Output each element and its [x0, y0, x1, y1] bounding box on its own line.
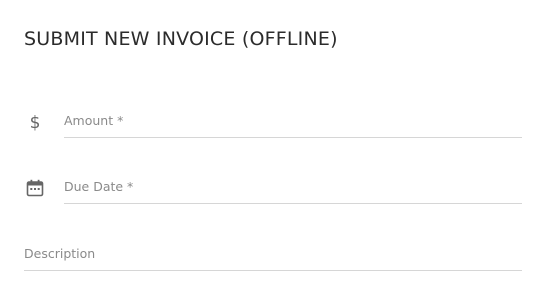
- due-date-input[interactable]: [64, 170, 522, 203]
- due-date-field[interactable]: [64, 170, 522, 204]
- svg-text:$: $: [30, 113, 41, 132]
- invoice-form: SUBMIT NEW INVOICE (OFFLINE) $: [0, 0, 546, 285]
- amount-field[interactable]: [64, 104, 522, 138]
- description-field[interactable]: [24, 237, 522, 271]
- amount-input[interactable]: [64, 104, 522, 137]
- description-input[interactable]: [24, 237, 522, 270]
- dollar-icon: $: [25, 112, 45, 132]
- calendar-icon: [25, 178, 45, 198]
- form-title: SUBMIT NEW INVOICE (OFFLINE): [24, 28, 338, 50]
